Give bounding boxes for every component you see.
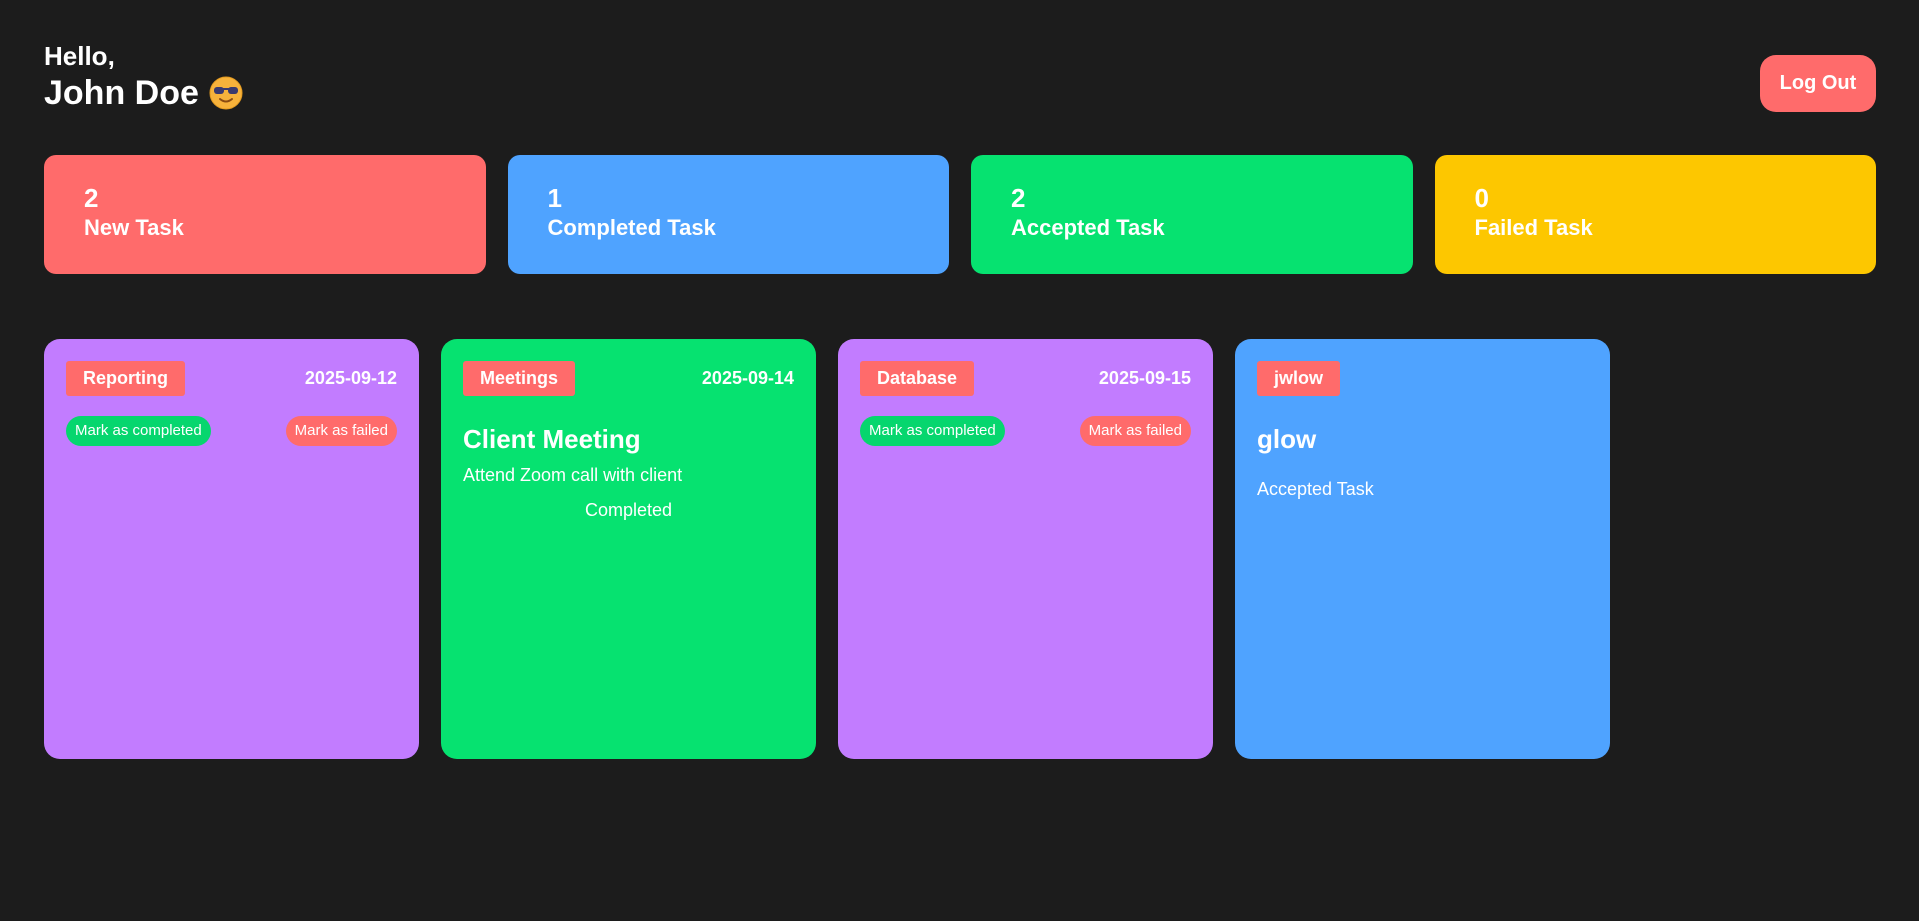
task-stats: 2 New Task 1 Completed Task 2 Accepted T… [44, 155, 1876, 274]
task-card: Database 2025-09-15 Mark as completed Ma… [838, 339, 1213, 759]
stat-label: New Task [84, 215, 184, 240]
mark-completed-button[interactable]: Mark as completed [860, 416, 1005, 446]
mark-failed-button[interactable]: Mark as failed [285, 416, 397, 446]
stat-card-accepted: 2 Accepted Task [971, 155, 1413, 274]
task-list: Reporting 2025-09-12 Mark as completed M… [44, 339, 1610, 759]
header: Hello, John Doe Log Out [44, 40, 1876, 120]
greeting-text: Hello, [44, 41, 115, 71]
task-description: Attend Zoom call with client [463, 465, 683, 485]
task-date: 2025-09-12 [304, 368, 397, 388]
task-status: Completed [584, 500, 673, 520]
task-card: Meetings 2025-09-14 Client Meeting Atten… [441, 339, 816, 759]
stat-card-completed: 1 Completed Task [507, 155, 949, 274]
task-title: Client Meeting [463, 424, 641, 454]
stat-label: Completed Task [547, 215, 716, 240]
task-status: Accepted Task [1257, 479, 1374, 499]
stat-label: Accepted Task [1011, 215, 1165, 240]
stat-card-new: 2 New Task [44, 155, 486, 274]
mark-completed-button[interactable]: Mark as completed [66, 416, 211, 446]
task-category-badge: Reporting [66, 361, 185, 396]
user-name: John Doe [44, 74, 199, 112]
stat-label: Failed Task [1474, 215, 1593, 240]
task-category-badge: Database [860, 361, 975, 396]
user-name-row: John Doe [44, 72, 1876, 114]
stat-count: 2 [1011, 183, 1026, 213]
task-category-badge: Meetings [463, 361, 576, 396]
task-card: jwlow glow Accepted Task [1235, 339, 1610, 759]
stat-count: 0 [1474, 183, 1489, 213]
task-card: Reporting 2025-09-12 Mark as completed M… [44, 339, 419, 759]
task-date: 2025-09-14 [701, 368, 794, 388]
stat-count: 1 [547, 183, 562, 213]
task-category-badge: jwlow [1257, 361, 1340, 396]
mark-failed-button[interactable]: Mark as failed [1079, 416, 1191, 446]
stat-card-failed: 0 Failed Task [1434, 155, 1876, 274]
task-date: 2025-09-15 [1098, 368, 1191, 388]
task-title: glow [1257, 424, 1317, 454]
sunglasses-face-icon [209, 76, 243, 110]
logout-button[interactable]: Log Out [1760, 55, 1876, 112]
stat-count: 2 [84, 183, 99, 213]
